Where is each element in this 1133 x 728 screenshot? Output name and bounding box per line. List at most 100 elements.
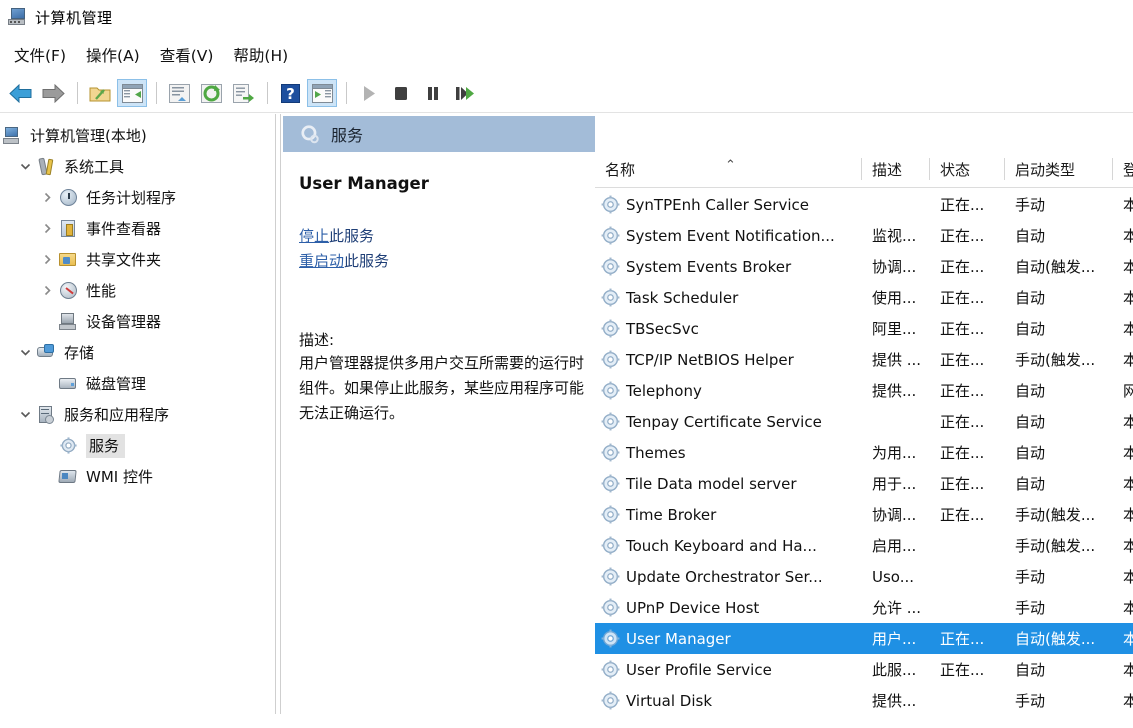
table-row[interactable]: System Event Notification...监视...正在...自动… xyxy=(595,220,1133,251)
cell-startup-type: 自动(触发... xyxy=(1005,628,1113,649)
cell-status: 正在... xyxy=(930,318,1005,339)
restart-service-icon[interactable] xyxy=(450,79,480,107)
chevron-right-icon[interactable] xyxy=(36,254,58,265)
tree-item-performance[interactable]: 性能 xyxy=(0,275,272,306)
restart-service-link[interactable]: 重启动此服务 xyxy=(299,250,581,271)
tree-item-event-viewer[interactable]: 事件查看器 xyxy=(0,213,272,244)
table-row[interactable]: Virtual Disk提供...手动本 xyxy=(595,685,1133,716)
service-name-text: System Event Notification... xyxy=(626,227,835,245)
startup-type-text: 手动(触发... xyxy=(1015,504,1095,525)
table-row[interactable]: SynTPEnh Caller Service正在...手动本 xyxy=(595,189,1133,220)
cell-logon-as: 本 xyxy=(1113,659,1133,680)
column-header-status-label: 状态 xyxy=(940,159,970,180)
pause-service-icon[interactable] xyxy=(418,79,448,107)
export-list-icon[interactable] xyxy=(228,79,258,107)
startup-type-text: 自动 xyxy=(1015,411,1045,432)
back-arrow-icon[interactable] xyxy=(6,79,36,107)
chevron-right-icon[interactable] xyxy=(36,192,58,203)
up-folder-icon[interactable] xyxy=(85,79,115,107)
selected-service-name: User Manager xyxy=(299,174,581,193)
logon-as-text: 本 xyxy=(1123,535,1133,556)
service-gear-icon xyxy=(601,257,620,276)
table-row[interactable]: UPnP Device Host允许 ...手动本 xyxy=(595,592,1133,623)
pane-splitter[interactable] xyxy=(272,114,283,728)
cell-startup-type: 自动 xyxy=(1005,442,1113,463)
table-row[interactable]: Tenpay Certificate Service正在...自动本 xyxy=(595,406,1133,437)
menu-view[interactable]: 查看(V) xyxy=(154,42,228,68)
startup-type-text: 自动 xyxy=(1015,659,1045,680)
chevron-down-icon[interactable] xyxy=(14,409,36,420)
tree-item-shared-folders[interactable]: 共享文件夹 xyxy=(0,244,272,275)
table-row[interactable]: TBSecSvc阿里...正在...自动本 xyxy=(595,313,1133,344)
toolbar-separator xyxy=(346,82,347,104)
tree-item-disk-management[interactable]: 磁盘管理 xyxy=(0,368,272,399)
table-row[interactable]: Time Broker协调...正在...手动(触发...本 xyxy=(595,499,1133,530)
cell-service-name: System Events Broker xyxy=(595,257,862,276)
help-icon[interactable]: ? xyxy=(275,79,305,107)
toolbar-separator xyxy=(156,82,157,104)
service-gear-icon xyxy=(601,412,620,431)
start-service-icon[interactable] xyxy=(354,79,384,107)
refresh-icon[interactable] xyxy=(196,79,226,107)
tree-item-storage[interactable]: 存储 xyxy=(0,337,272,368)
description-text: 允许 ... xyxy=(872,597,921,618)
restart-link-text[interactable]: 重启动 xyxy=(299,252,344,270)
table-row[interactable]: Tile Data model server用于...正在...自动本 xyxy=(595,468,1133,499)
tree-item-system-tools[interactable]: 系统工具 xyxy=(0,151,272,182)
table-row[interactable]: Telephony提供...正在...自动网 xyxy=(595,375,1133,406)
cell-status: 正在... xyxy=(930,504,1005,525)
table-row[interactable]: Update Orchestrator Ser...Uso...手动本 xyxy=(595,561,1133,592)
chevron-right-icon[interactable] xyxy=(36,223,58,234)
table-row[interactable]: Touch Keyboard and Ha...启用...手动(触发...本 xyxy=(595,530,1133,561)
menu-help[interactable]: 帮助(H) xyxy=(227,42,302,68)
tree-item-label: 任务计划程序 xyxy=(86,189,176,207)
stop-service-link[interactable]: 停止此服务 xyxy=(299,225,581,246)
column-header-status[interactable]: 状态 xyxy=(930,151,1005,187)
properties-icon[interactable] xyxy=(164,79,194,107)
computer-management-window: 计算机管理 文件(F) 操作(A) 查看(V) 帮助(H) xyxy=(0,0,1133,728)
cell-startup-type: 自动 xyxy=(1005,473,1113,494)
tree-item-wmi-control[interactable]: WMI 控件 xyxy=(0,461,272,492)
status-text: 正在... xyxy=(940,318,984,339)
forward-arrow-icon[interactable] xyxy=(38,79,68,107)
column-header-startup-type[interactable]: 启动类型 xyxy=(1005,151,1113,187)
cell-service-name: Update Orchestrator Ser... xyxy=(595,567,862,586)
status-text: 正在... xyxy=(940,225,984,246)
tree-item-services-and-applications[interactable]: 服务和应用程序 xyxy=(0,399,272,430)
service-gear-icon xyxy=(601,598,620,617)
services-icon xyxy=(58,436,80,456)
cell-startup-type: 自动 xyxy=(1005,380,1113,401)
tree-item-device-manager[interactable]: 设备管理器 xyxy=(0,306,272,337)
cell-service-name: Time Broker xyxy=(595,505,862,524)
table-row[interactable]: Task Scheduler使用...正在...自动本 xyxy=(595,282,1133,313)
tree-item-label: WMI 控件 xyxy=(86,468,153,486)
tree-item-services[interactable]: 服务 xyxy=(0,430,272,461)
table-row[interactable]: System Events Broker协调...正在...自动(触发...本 xyxy=(595,251,1133,282)
service-name-text: System Events Broker xyxy=(626,258,791,276)
stop-link-text[interactable]: 停止 xyxy=(299,227,329,245)
chevron-right-icon[interactable] xyxy=(36,285,58,296)
menu-action[interactable]: 操作(A) xyxy=(80,42,154,68)
show-action-pane-icon[interactable] xyxy=(307,79,337,107)
tree-item-computer-management[interactable]: 计算机管理(本地) xyxy=(0,120,272,151)
column-header-name[interactable]: 名称 ⌃ xyxy=(595,151,862,187)
cell-startup-type: 手动 xyxy=(1005,566,1113,587)
stop-service-icon[interactable] xyxy=(386,79,416,107)
table-row[interactable]: TCP/IP NetBIOS Helper提供 ...正在...手动(触发...… xyxy=(595,344,1133,375)
table-row[interactable]: User Profile Service此服...正在...自动本 xyxy=(595,654,1133,685)
column-header-description[interactable]: 描述 xyxy=(862,151,930,187)
table-row[interactable]: Themes为用...正在...自动本 xyxy=(595,437,1133,468)
services-icon xyxy=(299,123,321,145)
column-header-logon-as[interactable]: 登 xyxy=(1113,151,1133,187)
show-hide-tree-icon[interactable] xyxy=(117,79,147,107)
menu-file[interactable]: 文件(F) xyxy=(8,42,80,68)
tree-item-task-scheduler[interactable]: 任务计划程序 xyxy=(0,182,272,213)
chevron-down-icon[interactable] xyxy=(14,161,36,172)
table-row[interactable]: User Manager用户...正在...自动(触发...本 xyxy=(595,623,1133,654)
logon-as-text: 本 xyxy=(1123,659,1133,680)
column-header-startup-type-label: 启动类型 xyxy=(1015,159,1075,180)
tree-item-label: 存储 xyxy=(64,344,94,362)
description-text: 监视... xyxy=(872,225,916,246)
chevron-down-icon[interactable] xyxy=(14,347,36,358)
column-header-description-label: 描述 xyxy=(872,159,902,180)
